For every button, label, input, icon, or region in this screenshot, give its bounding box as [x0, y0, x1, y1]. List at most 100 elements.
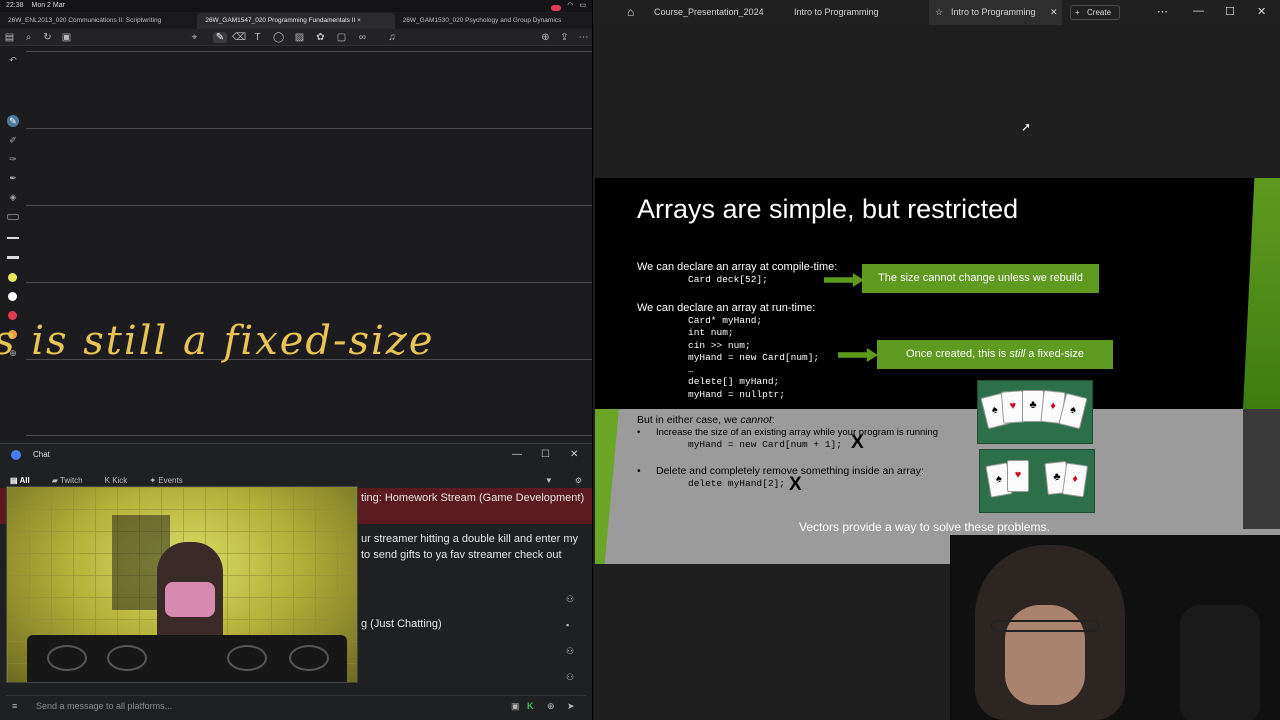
slide-title: Arrays are simple, but restricted	[637, 194, 1019, 224]
tab-course-presentation[interactable]: Course_Presentation_2024	[654, 0, 764, 25]
bullet-dot: •	[637, 427, 641, 438]
tab-communications[interactable]: 26W_ENL2013_020 Communications II: Scrip…	[0, 13, 197, 29]
maximize-icon[interactable]: ☐	[541, 444, 550, 466]
tab-intro-to-programming-active[interactable]: ☆ Intro to Programming ✕	[929, 0, 1062, 25]
color-white-swatch[interactable]	[8, 292, 17, 301]
slide-dark-accent	[1243, 409, 1280, 529]
dj-deck	[27, 635, 347, 682]
maximize-icon[interactable]: ☐	[1225, 5, 1235, 18]
minimize-icon[interactable]: —	[512, 444, 522, 466]
more-options-icon[interactable]: ⋯	[1157, 5, 1168, 18]
status-bar: 22:38 Mon 2 Mar ◠ ▭	[0, 0, 592, 12]
tab-intro-to-programming[interactable]: Intro to Programming	[794, 0, 879, 25]
delete-element-code: delete myHand[2];	[688, 478, 785, 489]
tab-close-icon[interactable]: ✕	[1050, 0, 1058, 25]
tab-events[interactable]: ✦ Events	[149, 476, 182, 485]
emote-icon[interactable]: ▣	[511, 696, 520, 716]
undo-icon[interactable]: ↶	[7, 54, 19, 66]
app-logo-icon	[11, 450, 21, 460]
bullet-dot: •	[637, 465, 641, 477]
chat-input[interactable]: ≡ Send a message to all platforms... ▣ K…	[6, 695, 586, 715]
compile-time-label: We can declare an array at compile-time:	[637, 261, 838, 273]
globe-icon[interactable]: ⊕	[547, 696, 555, 716]
tab-all[interactable]: ▤ All	[10, 476, 30, 485]
glasses	[990, 620, 1100, 632]
close-icon[interactable]: ✕	[1257, 5, 1266, 18]
user-card-icon[interactable]: ▪	[566, 620, 576, 630]
pen-icon[interactable]: ✎	[7, 115, 19, 127]
mouse-pointer-icon: ➚	[1021, 120, 1032, 134]
pen-tool-icon[interactable]: ✎	[213, 32, 227, 43]
tab-psychology[interactable]: 26W_GAM1530_020 Psychology and Group Dyn…	[395, 13, 592, 29]
handwritten-note: s is still a fixed-size	[0, 318, 435, 364]
star-icon: ☆	[935, 7, 944, 17]
notebook-tabs: 26W_ENL2013_020 Communications II: Scrip…	[0, 13, 592, 29]
search-icon[interactable]: ⌕	[23, 32, 34, 43]
presentation-app-pane: ⌂ Course_Presentation_2024 Intro to Prog…	[592, 0, 1280, 720]
image-icon[interactable]: ▨	[294, 32, 305, 43]
comment-icon[interactable]: ▢	[336, 32, 347, 43]
slide-footer: Vectors provide a way to solve these pro…	[799, 520, 1050, 534]
menu-icon[interactable]: ≡	[12, 696, 17, 716]
bookmark-icon[interactable]: ▣	[61, 32, 72, 43]
dj-top	[165, 582, 215, 617]
follow-user-icon[interactable]: ⚇	[566, 646, 576, 656]
ruled-line	[26, 128, 592, 129]
medium-stroke-icon[interactable]	[7, 237, 19, 239]
tab-twitch[interactable]: ▰ Twitch	[52, 476, 83, 485]
compile-time-code: Card deck[52];	[688, 274, 768, 285]
webcam-overlay	[950, 535, 1280, 720]
settings-gear-icon[interactable]: ⚙	[575, 476, 582, 485]
x-mark: X	[789, 474, 802, 495]
slide: Arrays are simple, but restricted We can…	[595, 178, 1280, 564]
follow-user-icon[interactable]: ⚇	[566, 672, 576, 682]
link-icon[interactable]: ∞	[357, 32, 368, 43]
pen-selected-icon: ✎	[213, 32, 227, 43]
run-time-label: We can declare an array at run-time:	[637, 302, 816, 314]
create-button[interactable]: + Create	[1070, 5, 1120, 20]
chat-input-placeholder: Send a message to all platforms...	[36, 701, 173, 711]
date: Mon 2 Mar	[31, 2, 65, 9]
close-icon[interactable]: ✕	[570, 444, 578, 466]
stream-preview-video[interactable]	[6, 486, 358, 683]
highlighter-icon[interactable]: ✑	[7, 153, 19, 165]
chat-message: ting: Homework Stream (Game Development)	[361, 492, 585, 504]
ruled-line	[26, 282, 592, 283]
sidebar-toggle-icon[interactable]: ▤	[4, 32, 15, 43]
playing-cards-image: ♠ ♥ ♣ ♦ ♠	[977, 380, 1093, 444]
shape-icon[interactable]: ◯	[273, 32, 284, 43]
chat-title: Chat	[33, 450, 50, 459]
chat-window: Chat — ☐ ✕ ▤ All ▰ Twitch K Kick ✦ Event…	[0, 443, 592, 720]
send-icon[interactable]: ➤	[567, 696, 575, 716]
thin-stroke-icon[interactable]	[7, 214, 19, 220]
pencil-icon[interactable]: ✐	[7, 134, 19, 146]
callout-rebuild: The size cannot change unless we rebuild	[862, 264, 1099, 293]
color-yellow-swatch[interactable]	[8, 273, 17, 282]
text-tool-icon[interactable]: T	[252, 32, 263, 43]
share-icon[interactable]: ⇪	[559, 32, 570, 43]
tab-programming-fundamentals[interactable]: 26W_GAM1547_020 Programming Fundamentals…	[197, 13, 395, 29]
fill-icon[interactable]: ◈	[7, 191, 19, 203]
chat-message: g (Just Chatting)	[361, 618, 442, 630]
thick-stroke-icon[interactable]	[7, 256, 19, 259]
recording-indicator-icon	[551, 4, 562, 11]
callout-fixed-size: Once created, this is still a fixed-size	[877, 340, 1113, 369]
brush-icon[interactable]: ✒	[7, 172, 19, 184]
pen-sidebar: ↶ ✎ ✐ ✑ ✒ ◈ ⊕	[0, 46, 26, 440]
filter-icon[interactable]: ▼	[545, 476, 553, 485]
add-page-icon[interactable]: ⊕	[540, 32, 551, 43]
kick-icon[interactable]: K	[527, 696, 534, 716]
undo-history-icon[interactable]: ↻	[42, 32, 53, 43]
either-case-label: But in either case, we cannot:	[637, 414, 775, 426]
home-icon[interactable]: ⌂	[627, 0, 634, 25]
more-icon[interactable]: ⋯	[578, 32, 589, 43]
follow-user-icon[interactable]: ⚇	[566, 594, 576, 604]
lasso-icon[interactable]: ⌖	[189, 32, 200, 43]
audio-icon[interactable]: ♫	[383, 32, 401, 43]
tab-kick[interactable]: K Kick	[105, 476, 128, 485]
wifi-icon: ◠	[567, 2, 574, 9]
minimize-icon[interactable]: —	[1193, 5, 1204, 17]
eraser-icon[interactable]: ⌫	[232, 32, 246, 43]
sticker-icon[interactable]: ✿	[315, 32, 326, 43]
x-mark: X	[851, 432, 864, 453]
